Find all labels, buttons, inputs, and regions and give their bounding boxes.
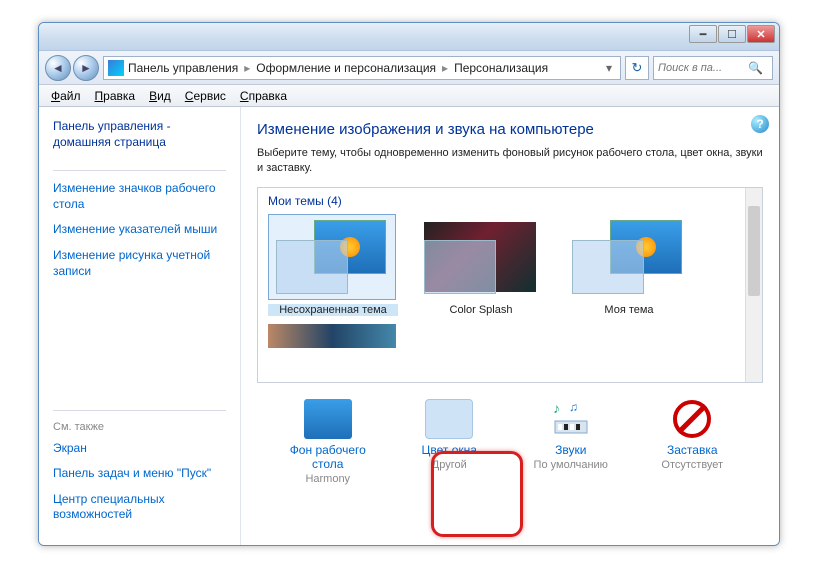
divider <box>53 410 226 411</box>
sidebar-link-pointers[interactable]: Изменение указателей мыши <box>53 222 226 238</box>
setting-label: Цвет окна <box>394 443 504 457</box>
address-bar: ◄ ► Панель управления ▸ Оформление и пер… <box>39 51 779 85</box>
desktop-icon <box>304 399 352 439</box>
search-box[interactable]: 🔍 <box>653 56 773 80</box>
setting-label: Заставка <box>637 443 747 457</box>
theme-item[interactable]: Color Splash <box>416 214 546 316</box>
sidebar: Панель управления - домашняя страница Из… <box>39 107 241 545</box>
setting-saver[interactable]: Заставка Отсутствует <box>637 399 747 485</box>
theme-thumbnail <box>268 214 396 300</box>
chevron-right-icon: ▸ <box>442 61 448 75</box>
page-title: Изменение изображения и звука на компьют… <box>257 121 763 138</box>
search-icon[interactable]: 🔍 <box>748 61 763 75</box>
sidebar-link-taskbar[interactable]: Панель задач и меню "Пуск" <box>53 466 226 482</box>
theme-name: Моя тема <box>564 304 694 316</box>
sidebar-home[interactable]: Панель управления - домашняя страница <box>53 119 226 150</box>
control-panel-window: ━ ☐ ✕ ◄ ► Панель управления ▸ Оформление… <box>38 22 780 546</box>
breadcrumb-leaf[interactable]: Персонализация <box>454 61 548 75</box>
menu-help[interactable]: Справка <box>240 89 287 103</box>
chevron-down-icon[interactable]: ▾ <box>602 61 616 75</box>
forward-button[interactable]: ► <box>73 55 99 81</box>
setting-value: Другой <box>394 459 504 471</box>
breadcrumb[interactable]: Панель управления ▸ Оформление и персона… <box>103 56 621 80</box>
menu-bar: Файл Правка Вид Сервис Справка <box>39 85 779 107</box>
maximize-button[interactable]: ☐ <box>718 25 746 43</box>
scrollbar[interactable] <box>745 188 762 382</box>
menu-view[interactable]: Вид <box>149 89 171 103</box>
setting-value: По умолчанию <box>516 459 626 471</box>
back-button[interactable]: ◄ <box>45 55 71 81</box>
refresh-button[interactable]: ↻ <box>625 56 649 80</box>
theme-item[interactable]: Моя тема <box>564 214 694 316</box>
sidebar-link-ease-of-access[interactable]: Центр специальных возможностей <box>53 492 226 523</box>
minimize-button[interactable]: ━ <box>689 25 717 43</box>
setting-label: Звуки <box>516 443 626 457</box>
theme-name: Несохраненная тема <box>268 304 398 316</box>
help-icon[interactable]: ? <box>751 115 769 133</box>
menu-file[interactable]: Файл <box>51 89 81 103</box>
scrollbar-thumb[interactable] <box>748 206 760 296</box>
divider <box>53 170 226 171</box>
theme-thumbnail <box>564 214 692 300</box>
setting-label: Фон рабочего стола <box>273 443 383 471</box>
theme-item[interactable]: Несохраненная тема <box>268 214 398 316</box>
sound-icon: ♪♫ <box>547 399 595 439</box>
setting-color[interactable]: Цвет окна Другой <box>394 399 504 485</box>
page-description: Выберите тему, чтобы одновременно измени… <box>257 146 763 177</box>
chevron-right-icon: ▸ <box>244 61 250 75</box>
sidebar-link-display[interactable]: Экран <box>53 441 226 457</box>
theme-thumbnail-partial[interactable] <box>268 324 396 348</box>
search-input[interactable] <box>658 62 748 74</box>
breadcrumb-root[interactable]: Панель управления <box>128 61 238 75</box>
menu-tools[interactable]: Сервис <box>185 89 226 103</box>
main-pane: ? Изменение изображения и звука на компь… <box>241 107 779 545</box>
control-panel-icon <box>108 60 124 76</box>
setting-sound[interactable]: ♪♫ЗвукиПо умолчанию <box>516 399 626 485</box>
titlebar[interactable]: ━ ☐ ✕ <box>39 23 779 51</box>
setting-value: Harmony <box>273 473 383 485</box>
color-icon <box>425 399 473 439</box>
setting-value: Отсутствует <box>637 459 747 471</box>
svg-text:♪: ♪ <box>553 400 560 416</box>
theme-name: Color Splash <box>416 304 546 316</box>
close-button[interactable]: ✕ <box>747 25 775 43</box>
sidebar-link-desktop-icons[interactable]: Изменение значков рабочего стола <box>53 181 226 212</box>
svg-text:♫: ♫ <box>569 400 578 414</box>
menu-edit[interactable]: Правка <box>95 89 136 103</box>
themes-group-label: Мои темы (4) <box>268 194 752 208</box>
see-also-label: См. также <box>53 421 226 433</box>
theme-thumbnail <box>416 214 544 300</box>
saver-icon <box>668 399 716 439</box>
setting-desktop[interactable]: Фон рабочего стола Harmony <box>273 399 383 485</box>
themes-list: Мои темы (4) Несохраненная тема Color Spl… <box>257 187 763 383</box>
breadcrumb-mid[interactable]: Оформление и персонализация <box>256 61 436 75</box>
sidebar-link-account-picture[interactable]: Изменение рисунка учетной записи <box>53 248 226 279</box>
